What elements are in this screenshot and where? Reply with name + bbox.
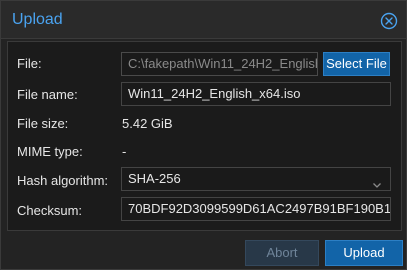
mime-type-label: MIME type:: [17, 144, 83, 159]
abort-button[interactable]: Abort: [245, 240, 319, 266]
close-icon[interactable]: [380, 12, 398, 30]
upload-dialog: Upload File: C:\fakepath\Win11_24H2_Engl…: [0, 0, 407, 270]
dialog-title: Upload: [12, 11, 63, 28]
chevron-down-icon: [372, 175, 382, 188]
file-name-label: File name:: [17, 87, 78, 102]
hash-algorithm-value: SHA-256: [128, 171, 181, 186]
mime-type-value: -: [122, 144, 127, 159]
checksum-input[interactable]: 70BDF92D3099599D61AC2497B91BF190B11: [121, 197, 391, 221]
checksum-label: Checksum:: [17, 203, 83, 218]
file-size-label: File size:: [17, 116, 69, 131]
file-name-input[interactable]: Win11_24H2_English_x64.iso: [121, 82, 391, 106]
hash-algorithm-label: Hash algorithm:: [17, 173, 109, 188]
file-size-value: 5.42 GiB: [122, 116, 173, 131]
file-label: File:: [17, 56, 42, 71]
upload-button[interactable]: Upload: [325, 240, 403, 266]
upload-form: File: C:\fakepath\Win11_24H2_English_x64…: [7, 41, 402, 231]
hash-algorithm-select[interactable]: SHA-256: [121, 167, 391, 191]
dialog-titlebar: Upload: [1, 1, 406, 39]
select-file-button[interactable]: Select File: [323, 52, 390, 76]
file-path-field: C:\fakepath\Win11_24H2_English_x64.iso: [121, 52, 318, 76]
